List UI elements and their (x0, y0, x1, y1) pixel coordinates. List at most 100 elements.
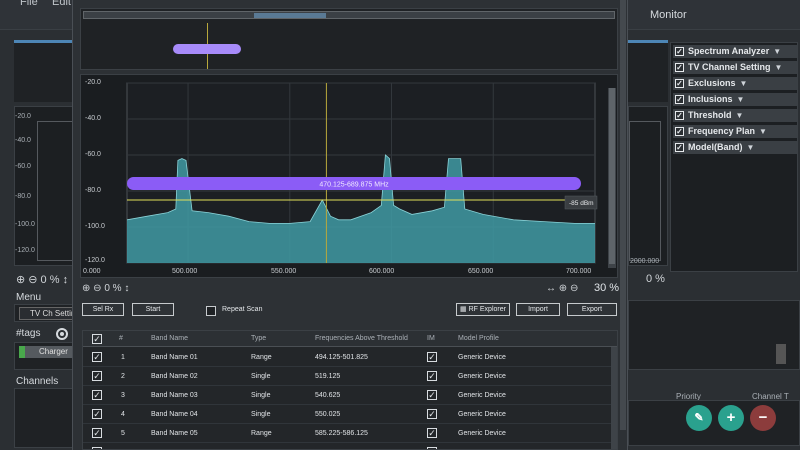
row-checkbox[interactable]: ✓ (92, 390, 102, 400)
row-checkbox[interactable]: ✓ (92, 371, 102, 381)
chevron-down-icon[interactable]: ▼ (736, 111, 744, 120)
cell-frequencies: 494.125-501.825 (315, 354, 368, 361)
y-tick-label: -60.0 (85, 151, 101, 158)
zoom-out-icon[interactable]: ⊖ (93, 283, 101, 294)
x-tick-label: 0.000 (83, 268, 101, 275)
im-checkbox[interactable]: ✓ (427, 409, 437, 419)
monitor-title: Monitor (650, 9, 687, 21)
im-checkbox[interactable]: ✓ (427, 390, 437, 400)
cell-num: 3 (121, 392, 125, 399)
threshold-label: -85 dBm (569, 200, 594, 207)
cell-model-profile: Generic Device (458, 373, 506, 380)
tree-item-frequency-plan[interactable]: ✓ Frequency Plan ▼ (673, 125, 797, 138)
im-checkbox[interactable]: ✓ (427, 428, 437, 438)
checkbox-checked-icon[interactable]: ✓ (675, 111, 684, 120)
bg-zoom-percent: 0 % (40, 274, 60, 286)
tag-charger[interactable]: Charger (19, 346, 75, 358)
col-frequencies[interactable]: Frequencies Above Threshold (315, 335, 408, 342)
band-range-label: 470.125-689.875 MHz (319, 182, 389, 189)
chevron-down-icon[interactable]: ▼ (773, 47, 781, 56)
col-type[interactable]: Type (251, 335, 266, 342)
cell-type: Single (251, 411, 271, 418)
chevron-down-icon[interactable]: ▼ (747, 143, 755, 152)
repeat-scan-checkbox[interactable] (206, 306, 216, 316)
menu-edit[interactable]: Edit (52, 0, 71, 8)
import-button[interactable]: Import (516, 303, 560, 316)
checkbox-checked-icon[interactable]: ✓ (675, 47, 684, 56)
bg-ylabel: -100.0 (15, 221, 35, 228)
horizontal-fit-icon[interactable]: ↔ (546, 283, 556, 294)
tags-radio[interactable] (56, 328, 68, 340)
checkbox-checked-icon[interactable]: ✓ (675, 79, 684, 88)
cell-model-profile: Generic Device (458, 392, 506, 399)
table-vscroll[interactable] (611, 347, 617, 449)
y-tick-label: -40.0 (85, 115, 101, 122)
x-tick-label: 600.000 (369, 268, 395, 275)
tree-item-spectrum-analyzer[interactable]: ✓ Spectrum Analyzer ▼ (673, 45, 797, 58)
tree-item-tv-channel-setting[interactable]: ✓ TV Channel Setting ▼ (673, 61, 797, 74)
checkbox-checked-icon[interactable]: ✓ (675, 63, 684, 72)
sel-rx-button[interactable]: Sel Rx (82, 303, 124, 316)
overview-range-thumb[interactable] (254, 13, 326, 18)
col-band-name[interactable]: Band Name (151, 335, 188, 342)
row-checkbox[interactable]: ✓ (92, 409, 102, 419)
band-table: ✓ # Band Name Type Frequencies Above Thr… (82, 330, 618, 450)
table-row[interactable]: ✓ 3 Band Name 03 Single 540.625 ✓ Generic Devi… (83, 386, 617, 405)
edit-icon: ✎ (694, 412, 704, 424)
cell-type: Single (251, 392, 271, 399)
start-button[interactable]: Start (132, 303, 174, 316)
cell-model-profile: Generic Device (458, 430, 506, 437)
tree-item-inclusions[interactable]: ✓ Inclusions ▼ (673, 93, 797, 106)
x-tick-label: 550.000 (271, 268, 297, 275)
repeat-scan-label: Repeat Scan (222, 306, 263, 313)
export-button[interactable]: Export (567, 303, 617, 316)
chevron-down-icon[interactable]: ▼ (740, 79, 748, 88)
vertical-fit-icon[interactable]: ↕ (124, 283, 129, 294)
chevron-down-icon[interactable]: ▼ (759, 127, 767, 136)
bg-right-scrollbar[interactable] (776, 344, 786, 364)
bg-ylabel: -120.0 (15, 247, 35, 254)
channels-table (14, 388, 76, 448)
im-checkbox[interactable]: ✓ (427, 352, 437, 362)
add-button[interactable]: + (718, 405, 744, 431)
tab-tv-ch-setting[interactable]: TV Ch Setting (19, 307, 79, 320)
zoom-controls-left[interactable]: ⊕ ⊖ 0 % ↕ (82, 283, 129, 294)
zoom-out-icon[interactable]: ⊖ (570, 283, 578, 294)
row-checkbox[interactable]: ✓ (92, 428, 102, 438)
col-num[interactable]: # (119, 335, 123, 342)
cell-frequencies: 550.025 (315, 411, 341, 418)
dialog-scrollbar[interactable] (620, 0, 626, 430)
edit-button[interactable]: ✎ (686, 405, 712, 431)
row-checkbox[interactable]: ✓ (92, 352, 102, 362)
checkbox-checked-icon[interactable]: ✓ (675, 143, 684, 152)
col-model-profile[interactable]: Model Profile (458, 335, 499, 342)
spectrum-vscroll-thumb[interactable] (609, 88, 615, 264)
table-row[interactable]: ✓ 5 Band Name 05 Range 585.225-586.125 ✓ Gener… (83, 424, 617, 443)
remove-button[interactable]: − (750, 405, 776, 431)
table-row[interactable]: ✓ 1 Band Name 01 Range 494.125-501.825 ✓ Gener… (83, 348, 617, 367)
select-all-checkbox[interactable]: ✓ (92, 334, 102, 344)
rf-explorer-button[interactable]: ▦ RF Explorer (456, 303, 510, 316)
table-row[interactable]: ✓6Band Name 06Range599.925-600.125✓Gener… (83, 443, 617, 449)
col-im[interactable]: IM (427, 335, 435, 342)
cell-band-name: Band Name 04 (151, 411, 198, 418)
chevron-down-icon[interactable]: ▼ (737, 95, 745, 104)
chevron-down-icon[interactable]: ▼ (775, 63, 783, 72)
table-row[interactable]: ✓ 4 Band Name 04 Single 550.025 ✓ Generic Devi… (83, 405, 617, 424)
bg-zoom-controls-left[interactable]: ⊕ ⊖ 0 % ↕ (16, 273, 68, 286)
y-tick-label: -100.0 (85, 223, 105, 230)
zoom-in-icon[interactable]: ⊕ (82, 283, 90, 294)
zoom-controls-right[interactable]: ↔ ⊕ ⊖ (546, 283, 578, 294)
tree-item-model-band[interactable]: ✓ Model(Band) ▼ (673, 141, 797, 154)
checkbox-checked-icon[interactable]: ✓ (675, 95, 684, 104)
checkbox-checked-icon[interactable]: ✓ (675, 127, 684, 136)
cell-model-profile: Generic Device (458, 354, 506, 361)
table-row[interactable]: ✓ 2 Band Name 02 Single 519.125 ✓ Generic Devi… (83, 367, 617, 386)
menu-file[interactable]: File (20, 0, 38, 8)
tree-item-threshold[interactable]: ✓ Threshold ▼ (673, 109, 797, 122)
im-checkbox[interactable]: ✓ (427, 371, 437, 381)
tree-item-exclusions[interactable]: ✓ Exclusions ▼ (673, 77, 797, 90)
overview-range-bar[interactable] (83, 11, 615, 19)
y-tick-label: -20.0 (85, 79, 101, 86)
zoom-in-icon[interactable]: ⊕ (559, 283, 567, 294)
